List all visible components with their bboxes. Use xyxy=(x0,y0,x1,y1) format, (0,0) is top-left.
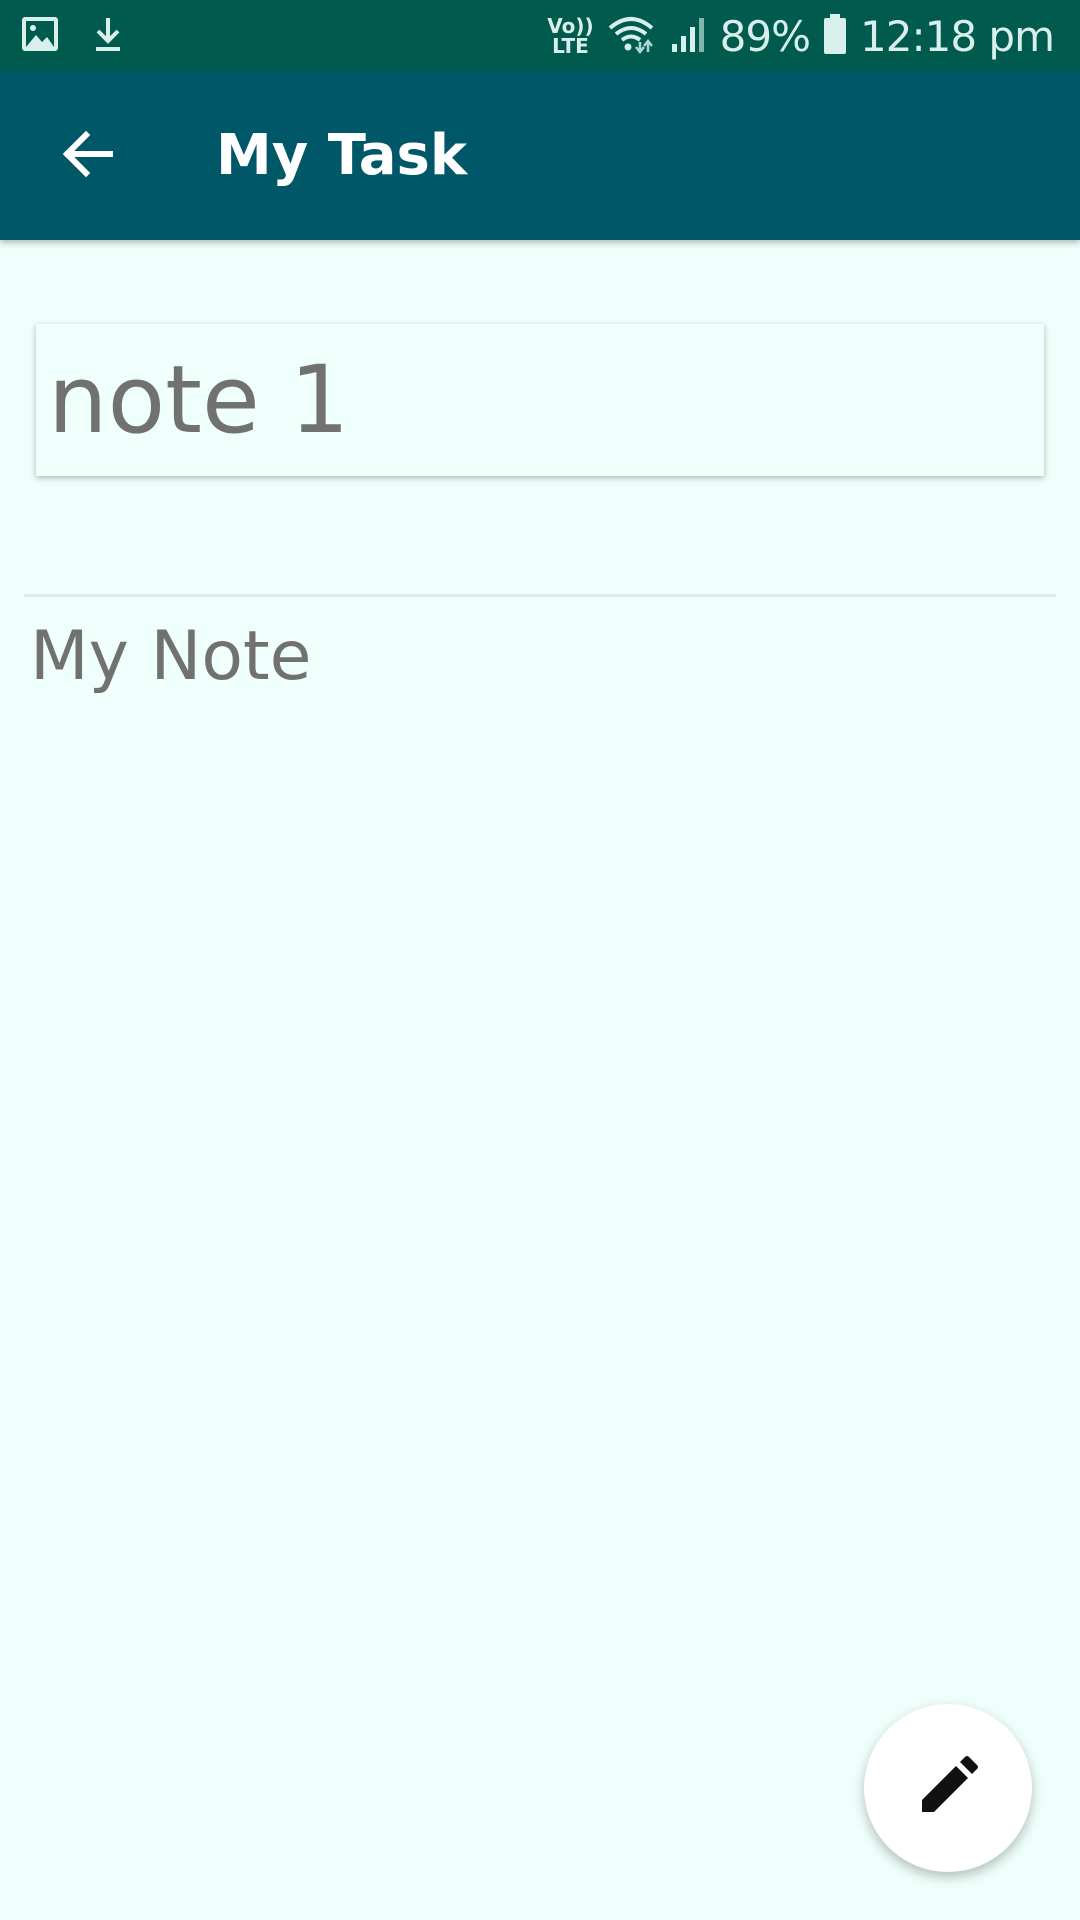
app-bar: My Task xyxy=(0,72,1080,240)
status-bar: Vo)) LTE 89% 12:18 pm xyxy=(0,0,1080,72)
edit-note-button[interactable] xyxy=(864,1704,1032,1872)
divider xyxy=(24,594,1056,597)
note-title-card xyxy=(36,324,1044,476)
back-button[interactable] xyxy=(40,108,136,204)
signal-icon xyxy=(668,14,708,59)
page-title: My Task xyxy=(216,123,468,188)
clock: 12:18 pm xyxy=(860,11,1055,61)
image-icon xyxy=(20,14,60,59)
arrow-back-icon xyxy=(60,126,116,187)
volte-icon: Vo)) LTE xyxy=(547,14,594,58)
status-left-icons xyxy=(20,14,126,59)
note-body-text[interactable]: My Note xyxy=(30,612,1050,702)
battery-icon xyxy=(822,13,848,60)
status-right-icons: Vo)) LTE 89% 12:18 pm xyxy=(547,8,1055,64)
note-title-input[interactable] xyxy=(48,344,1028,456)
download-icon xyxy=(90,14,126,59)
pencil-edit-icon xyxy=(918,1755,978,1821)
battery-percent: 89% xyxy=(719,11,811,61)
wifi-icon xyxy=(606,14,656,59)
